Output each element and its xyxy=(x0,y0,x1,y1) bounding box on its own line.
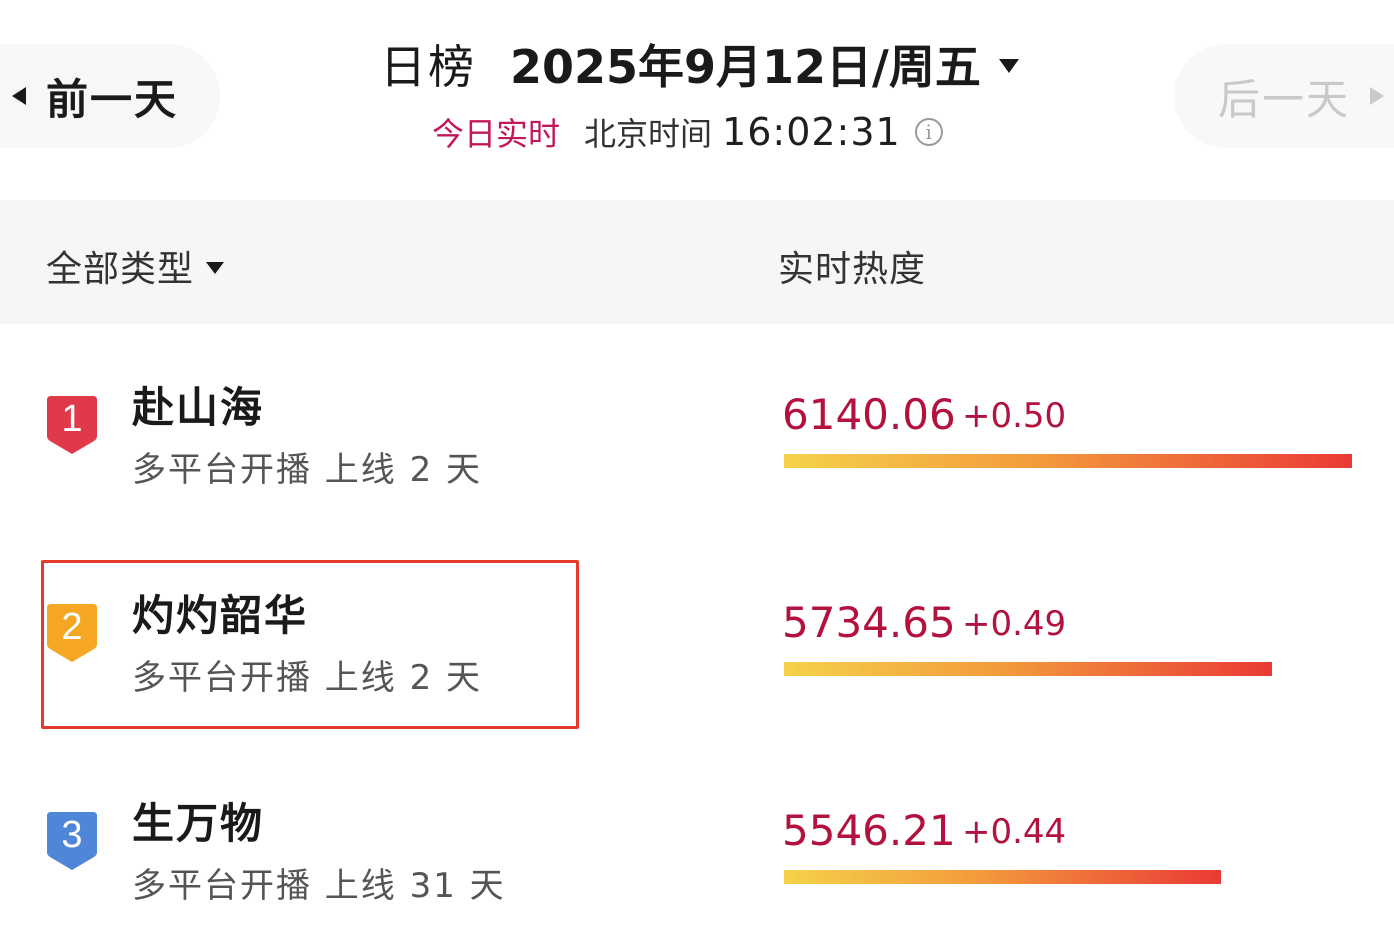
type-filter-dropdown[interactable]: 全部类型 xyxy=(46,240,225,292)
ranking-row[interactable]: 1 赴山海 多平台开播 上线 2 天 6140.06 +0.50 xyxy=(0,324,1394,532)
date-selector[interactable]: 日榜 2025年9月12日/周五 xyxy=(380,30,1019,98)
show-title: 赴山海 xyxy=(132,383,265,432)
realtime-row: 今日实时 北京时间 16:02:31 i xyxy=(432,108,943,156)
type-filter-label: 全部类型 xyxy=(46,249,195,290)
ranking-row[interactable]: 3 生万物 多平台开播 上线 31 天 5546.21 +0.44 xyxy=(0,740,1394,944)
ranking-page: 前一天 日榜 2025年9月12日/周五 今日实时 北京时间 16:02:31 … xyxy=(0,0,1394,944)
prev-day-button[interactable]: 前一天 xyxy=(0,44,220,148)
rank-number: 3 xyxy=(61,814,83,856)
next-day-button[interactable]: 后一天 xyxy=(1174,44,1394,148)
arrow-right-icon xyxy=(1370,87,1384,105)
heat-bar xyxy=(784,454,1352,468)
timezone-label: 北京时间 xyxy=(584,115,713,153)
show-meta: 多平台开播 上线 2 天 xyxy=(132,450,483,490)
rank-badge: 1 xyxy=(45,394,99,456)
heat-value: 5734.65 xyxy=(782,598,956,647)
heat-value: 6140.06 xyxy=(782,390,956,439)
show-title: 生万物 xyxy=(132,799,265,848)
clock-text: 16:02:31 xyxy=(722,110,901,154)
heat-bar xyxy=(784,662,1272,676)
heat-value: 5546.21 xyxy=(782,806,956,855)
board-type-label: 日榜 xyxy=(380,40,476,94)
arrow-left-icon xyxy=(12,87,26,105)
date-text: 2025年9月12日/周五 xyxy=(510,40,981,94)
heat-column-label: 实时热度 xyxy=(778,249,927,290)
caret-down-icon xyxy=(998,59,1019,73)
realtime-label: 今日实时 xyxy=(432,115,561,153)
caret-down-icon xyxy=(206,262,225,274)
column-header: 全部类型 实时热度 xyxy=(0,200,1394,324)
show-meta: 多平台开播 上线 31 天 xyxy=(132,866,506,906)
rank-badge: 3 xyxy=(45,810,99,872)
heat-delta: +0.44 xyxy=(962,812,1067,852)
next-day-label: 后一天 xyxy=(1217,74,1350,124)
rank-number: 1 xyxy=(61,398,83,440)
highlight-box xyxy=(41,560,579,729)
heat-delta: +0.50 xyxy=(962,396,1067,436)
heat-bar xyxy=(784,870,1221,884)
header: 前一天 日榜 2025年9月12日/周五 今日实时 北京时间 16:02:31 … xyxy=(0,0,1394,200)
info-icon[interactable]: i xyxy=(914,118,943,146)
heat-delta: +0.49 xyxy=(962,604,1067,644)
prev-day-label: 前一天 xyxy=(46,74,179,124)
